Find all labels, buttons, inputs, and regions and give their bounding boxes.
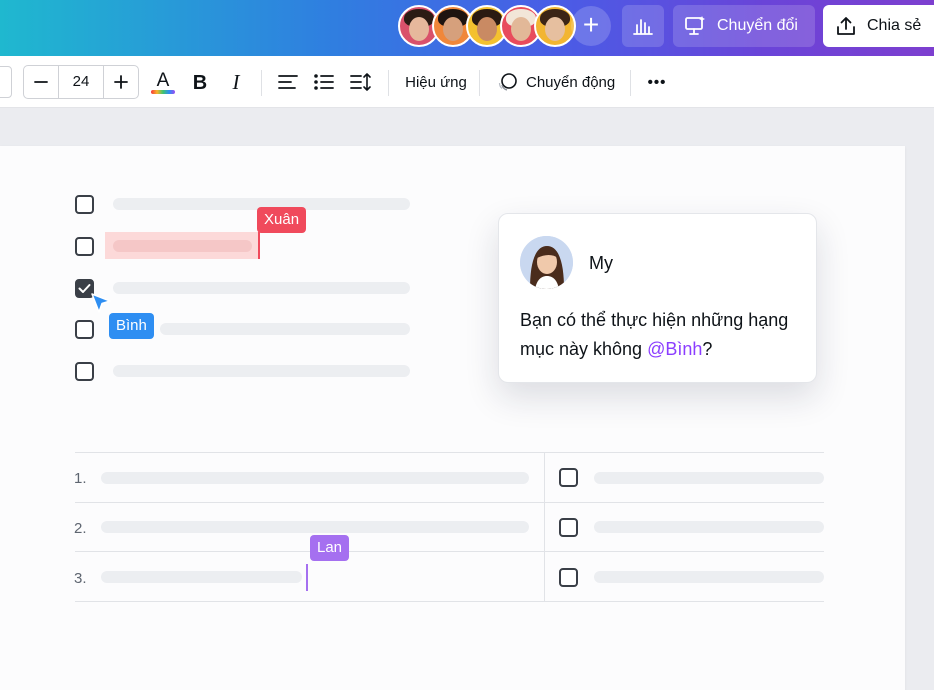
table-border	[75, 502, 824, 503]
plus-icon	[114, 75, 128, 89]
author-photo	[520, 236, 573, 289]
svg-text:A: A	[157, 70, 170, 91]
svg-text:I: I	[232, 71, 241, 93]
row-placeholder	[101, 571, 302, 583]
toolbar-divider	[388, 70, 389, 96]
animate-label: Chuyển động	[526, 73, 616, 91]
decrease-font-size-button[interactable]	[24, 66, 58, 98]
row-number: 3.	[74, 570, 87, 587]
more-icon: •••	[647, 73, 667, 91]
table-border	[75, 601, 824, 602]
share-button[interactable]: Chia sẻ	[823, 5, 934, 47]
plus-icon: +	[582, 9, 600, 40]
spacing-button[interactable]	[348, 66, 374, 98]
text-color-button[interactable]: A	[148, 66, 178, 98]
line-spacing-icon	[350, 73, 371, 91]
minus-icon	[34, 81, 48, 83]
checklist-checkbox[interactable]	[75, 195, 94, 214]
row-checkbox[interactable]	[559, 518, 578, 537]
cursor-label-xuan: Xuân	[257, 207, 307, 233]
text-toolbar: 24 A B I Hiệu ứng Chuyển động •••	[0, 56, 934, 108]
comment-author: My	[589, 253, 613, 273]
bold-icon: B	[193, 72, 207, 93]
row-placeholder	[101, 472, 529, 484]
mouse-pointer-icon	[91, 293, 111, 313]
checklist-checkbox[interactable]	[75, 320, 94, 339]
checklist-checkbox[interactable]	[75, 362, 94, 381]
table-border	[75, 551, 824, 552]
animate-icon	[498, 73, 517, 91]
toolbar-divider	[630, 70, 631, 96]
toolbar-divider	[479, 70, 480, 96]
bullet-list-icon	[314, 74, 334, 90]
list-button[interactable]	[312, 66, 336, 98]
checklist-checkbox[interactable]	[75, 237, 94, 256]
present-icon	[685, 16, 705, 35]
align-button[interactable]	[276, 66, 300, 98]
more-options-button[interactable]: •••	[642, 66, 672, 98]
bar-chart-icon	[633, 19, 653, 35]
row-checkbox[interactable]	[559, 468, 578, 487]
toolbar-divider	[261, 70, 262, 96]
effects-button[interactable]: Hiệu ứng	[400, 66, 472, 98]
present-button[interactable]: Chuyển đổi	[673, 5, 815, 47]
checklist-item-placeholder	[160, 323, 410, 335]
row-number: 2.	[74, 520, 87, 537]
table-column-divider	[544, 452, 545, 601]
bold-button[interactable]: B	[188, 66, 212, 98]
checklist-item-placeholder	[113, 282, 410, 294]
align-left-icon	[278, 75, 298, 89]
insights-button[interactable]	[622, 5, 664, 47]
top-bar: + Chuyển đổi Chia sẻ	[0, 0, 934, 56]
text-color-icon: A	[151, 70, 175, 94]
cursor-label-lan: Lan	[310, 535, 350, 561]
mention-link[interactable]: @Bình	[647, 339, 702, 359]
row-placeholder	[594, 571, 824, 583]
text-cursor-lan	[306, 564, 308, 591]
add-collaborator-button[interactable]: +	[571, 6, 611, 46]
row-number: 1.	[74, 470, 87, 487]
font-family-dropdown[interactable]	[0, 66, 12, 98]
cursor-label-binh: Bình	[109, 313, 154, 339]
comment-card[interactable]: My Bạn có thể thực hiện những hạng mục n…	[498, 213, 817, 383]
svg-text:B: B	[193, 72, 207, 93]
avatar[interactable]	[534, 5, 576, 47]
comment-body: Bạn có thể thực hiện những hạng mục này …	[520, 306, 805, 364]
present-label: Chuyển đổi	[717, 17, 798, 34]
share-label: Chia sẻ	[867, 17, 922, 34]
table-border	[75, 452, 824, 453]
animate-button[interactable]: Chuyển động	[496, 66, 616, 98]
increase-font-size-button[interactable]	[104, 66, 138, 98]
row-checkbox[interactable]	[559, 568, 578, 587]
upload-icon	[837, 17, 855, 35]
avatar	[520, 236, 573, 289]
row-placeholder	[594, 521, 824, 533]
comment-text-end: ?	[702, 339, 713, 359]
italic-icon: I	[232, 71, 241, 93]
font-size-stepper: 24	[23, 65, 139, 99]
row-placeholder	[594, 472, 824, 484]
collaborator-avatars	[398, 5, 576, 47]
text-cursor-xuan	[258, 232, 260, 259]
checklist-item-placeholder	[113, 365, 410, 377]
font-size-input[interactable]: 24	[58, 66, 104, 98]
checklist-item-placeholder	[113, 240, 252, 252]
italic-button[interactable]: I	[224, 66, 248, 98]
row-placeholder	[101, 521, 529, 533]
